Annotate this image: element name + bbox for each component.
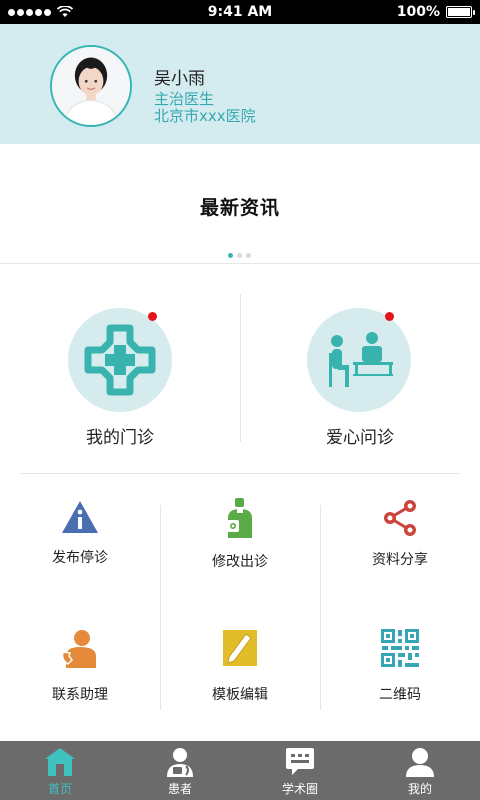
info-warning-icon (60, 498, 100, 538)
assistant-phone-icon (60, 628, 100, 668)
divider (0, 263, 480, 264)
publish-suspension-label: 发布停诊 (52, 550, 108, 566)
patient-icon (164, 747, 196, 777)
doctor-name: 吴小雨 (154, 69, 205, 89)
contact-assistant-button[interactable]: 联系助理 (0, 628, 160, 738)
pager-dot (228, 253, 233, 258)
avatar[interactable] (50, 45, 132, 127)
pager-dot (237, 253, 242, 258)
share-icon (380, 498, 420, 538)
chat-icon (284, 747, 316, 777)
publish-suspension-button[interactable]: 发布停诊 (0, 495, 160, 605)
template-edit-label: 模板编辑 (212, 687, 268, 703)
battery-percent: 100% (396, 4, 440, 20)
doctor-edit-icon (220, 498, 260, 538)
home-icon (44, 747, 76, 777)
hospital-name: 北京市xxx医院 (154, 107, 256, 125)
tab-patients[interactable]: 患者 (120, 741, 240, 800)
tab-home[interactable]: 首页 (0, 741, 120, 800)
modify-schedule-label: 修改出诊 (212, 554, 268, 570)
share-materials-label: 资料分享 (372, 552, 428, 568)
love-consult-label: 爱心问诊 (326, 428, 394, 448)
qr-code-label: 二维码 (379, 687, 421, 703)
love-consult-button[interactable]: 爱心问诊 (240, 296, 480, 448)
profile-icon (404, 747, 436, 777)
notification-dot (148, 312, 157, 321)
tab-mine-label: 我的 (407, 782, 432, 796)
template-pen-icon (220, 628, 260, 668)
divider (20, 473, 460, 474)
banner-pager (228, 253, 251, 258)
qr-code-button[interactable]: 二维码 (320, 628, 480, 738)
tab-patients-label: 患者 (167, 782, 192, 796)
bottom-tab-bar: 首页 患者 学术圈 我的 (0, 741, 480, 800)
signal-strength-icon (8, 8, 51, 16)
qr-code-icon (380, 628, 420, 668)
tab-academic[interactable]: 学术圈 (240, 741, 360, 800)
pager-dot (246, 253, 251, 258)
contact-assistant-label: 联系助理 (52, 687, 108, 703)
divider (160, 505, 161, 710)
my-clinic-button[interactable]: 我的门诊 (0, 296, 240, 448)
consultation-icon (329, 332, 393, 387)
news-banner[interactable]: 最新资讯 (0, 144, 480, 264)
tab-academic-label: 学术圈 (281, 782, 318, 796)
profile-header[interactable]: 吴小雨 主治医生 北京市xxx医院 (0, 24, 480, 144)
consult-icon-circle (307, 308, 411, 412)
hospital-cross-icon (84, 324, 156, 396)
share-materials-button[interactable]: 资料分享 (320, 495, 480, 605)
status-bar: 9:41 AM 100% (0, 0, 480, 24)
my-clinic-label: 我的门诊 (86, 428, 154, 448)
wifi-icon (57, 6, 73, 17)
tab-mine[interactable]: 我的 (360, 741, 480, 800)
template-edit-button[interactable]: 模板编辑 (160, 628, 320, 738)
battery-icon (446, 6, 475, 18)
tab-home-label: 首页 (47, 782, 72, 796)
notification-dot (385, 312, 394, 321)
clinic-icon-circle (68, 308, 172, 412)
modify-schedule-button[interactable]: 修改出诊 (160, 495, 320, 605)
divider (320, 505, 321, 710)
news-title: 最新资讯 (199, 197, 280, 219)
